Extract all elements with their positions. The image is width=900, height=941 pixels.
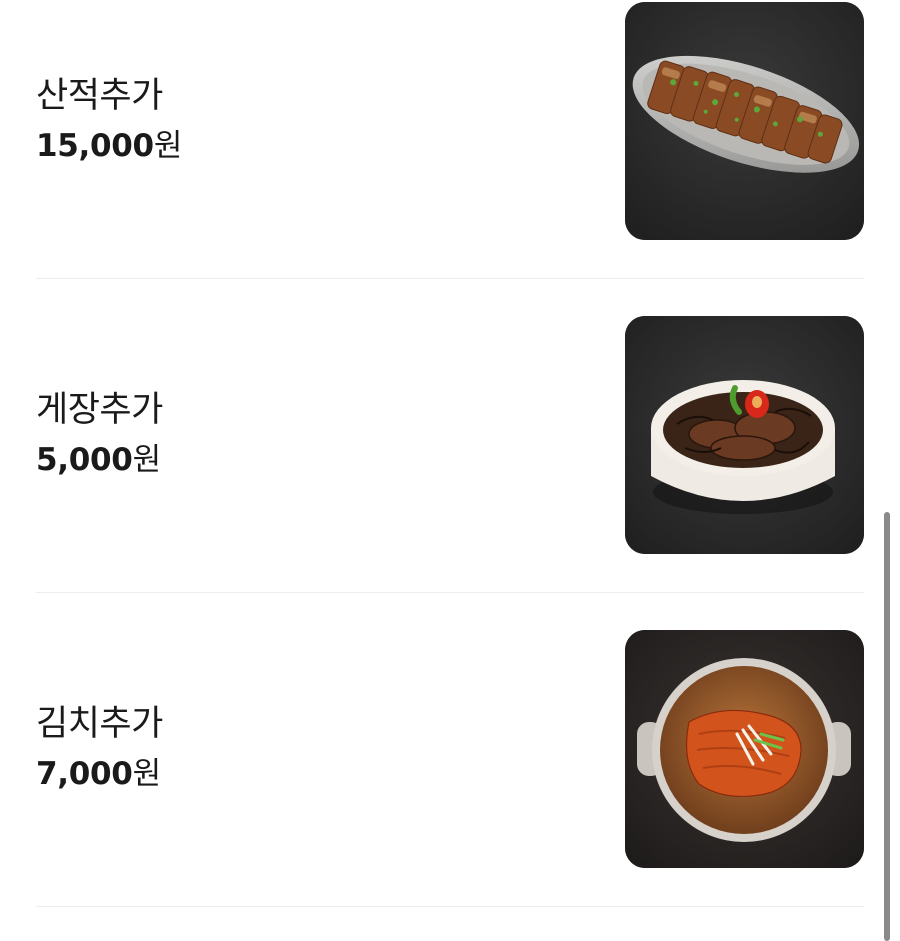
menu-item-name: 게장추가 bbox=[36, 390, 163, 430]
price-currency: 원 bbox=[132, 442, 162, 478]
grilled-meat-platter-image[interactable] bbox=[625, 2, 864, 240]
menu-item-price: 7,000원 bbox=[36, 754, 163, 794]
menu-item-kimchi[interactable]: 김치추가 7,000원 bbox=[36, 628, 864, 868]
divider bbox=[36, 278, 864, 279]
price-currency: 원 bbox=[153, 128, 183, 164]
price-value: 7,000 bbox=[36, 756, 133, 792]
menu-item-price: 15,000원 bbox=[36, 126, 182, 166]
soy-crab-bowl-image[interactable] bbox=[625, 316, 864, 554]
menu-item-info: 김치추가 7,000원 bbox=[36, 628, 163, 868]
menu-item-info: 게장추가 5,000원 bbox=[36, 314, 163, 554]
divider bbox=[36, 906, 864, 907]
menu-item-gejang[interactable]: 게장추가 5,000원 bbox=[36, 314, 864, 554]
menu-item-sanjeok[interactable]: 산적추가 15,000원 bbox=[36, 0, 864, 240]
menu-item-name: 김치추가 bbox=[36, 704, 163, 744]
price-currency: 원 bbox=[132, 756, 162, 792]
menu-item-price: 5,000원 bbox=[36, 440, 163, 480]
price-value: 15,000 bbox=[36, 128, 154, 164]
kimchi-pot-image[interactable] bbox=[625, 630, 864, 868]
vertical-scrollbar[interactable] bbox=[884, 512, 890, 941]
divider bbox=[36, 592, 864, 593]
menu-page: 산적추가 15,000원 게장추가 5,000원 김치추가 7,000원 bbox=[0, 0, 900, 941]
price-value: 5,000 bbox=[36, 442, 133, 478]
menu-item-info: 산적추가 15,000원 bbox=[36, 0, 182, 240]
menu-item-name: 산적추가 bbox=[36, 76, 163, 116]
